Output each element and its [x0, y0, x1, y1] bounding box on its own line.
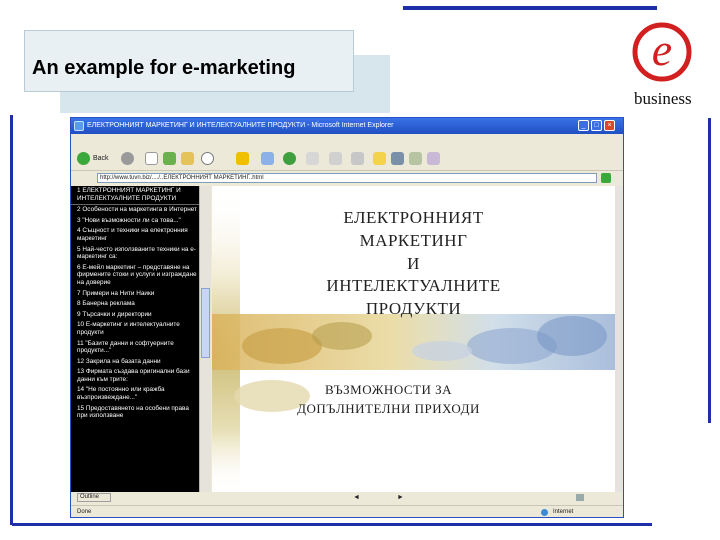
window-titlebar: ЕЛЕКТРОННИЯТ МАРКЕТИНГ И ИНТЕЛЕКТУАЛНИТЕ… [71, 118, 623, 134]
decorative-bar-bottom [12, 523, 652, 526]
history-icon[interactable] [283, 152, 296, 165]
search-icon[interactable] [201, 152, 214, 165]
content-title-line-5: ПРОДУКТИ [365, 299, 462, 318]
outline-button[interactable]: Outline [77, 493, 111, 502]
address-field[interactable]: http://www.tuvn.biz/..../..ЕЛЕКТРОННИЯТ … [97, 173, 597, 183]
maximize-button[interactable]: □ [591, 120, 602, 131]
outline-list: 1 ЕЛЕКТРОННИЯТ МАРКЕТИНГ И ИНТЕЛЕКТУАЛНИ… [71, 186, 199, 422]
outline-item[interactable]: 4 Същност и техники на електронния марке… [71, 226, 199, 244]
outline-item[interactable]: 9 Търсачки и директории [71, 310, 199, 321]
outline-item[interactable]: 5 Най-често използваните техники на е-ма… [71, 245, 199, 263]
ie-icon [74, 121, 84, 131]
research-icon[interactable] [409, 152, 422, 165]
outline-item[interactable]: 3 "Нови възможности ли са това..." [71, 216, 199, 227]
slide-title: An example for e-marketing [32, 57, 296, 79]
media-icon[interactable] [261, 152, 274, 165]
back-button-label[interactable]: Back [93, 152, 109, 166]
security-zone-label: Internet [553, 509, 574, 515]
minimize-button[interactable]: _ [578, 120, 589, 131]
slide-control-bar: Outline ◄ ► [71, 492, 623, 503]
content-title-line-3: И [407, 254, 420, 273]
outline-item[interactable]: 13 Фирмата създава оригинални бази данни… [71, 367, 199, 385]
slide-show-icon[interactable] [576, 494, 584, 501]
messenger-icon[interactable] [391, 152, 404, 165]
tools-icon[interactable] [427, 152, 440, 165]
outline-scrollbar-thumb[interactable] [201, 288, 210, 358]
browser-toolbar: Back [71, 148, 623, 171]
window-title: ЕЛЕКТРОННИЯТ МАРКЕТИНГ И ИНТЕЛЕКТУАЛНИТЕ… [87, 122, 394, 129]
content-subtitle-line-2: ДОПЪЛНИТЕЛНИ ПРИХОДИ [297, 401, 480, 416]
go-icon[interactable] [601, 173, 611, 183]
edit-icon[interactable] [351, 152, 364, 165]
content-title-line-4: ИНТЕЛЕКТУАЛНИТЕ [326, 276, 501, 295]
favorites-icon[interactable] [236, 152, 249, 165]
content-title-line-1: ЕЛЕКТРОННИЯТ [343, 208, 484, 227]
next-slide-button[interactable]: ► [397, 492, 404, 503]
outline-item[interactable]: 6 Е-мейл маркетинг – представяне на фирм… [71, 263, 199, 289]
outline-item[interactable]: 15 Предоставянето на особени права при и… [71, 404, 199, 422]
decorative-bar-top [403, 6, 657, 10]
outline-scrollbar[interactable] [199, 186, 211, 492]
outline-item[interactable]: 11 "Базите данни и софтуерните продукти.… [71, 339, 199, 357]
stop-icon[interactable] [145, 152, 158, 165]
internet-zone-icon [541, 509, 548, 516]
home-icon[interactable] [181, 152, 194, 165]
logo-text: business [634, 89, 692, 108]
outline-item[interactable]: 10 Е-маркетинг и интелектуалните продукт… [71, 320, 199, 338]
content-scrollbar[interactable] [615, 186, 623, 492]
outline-item[interactable]: 7 Примери на Нити Наики [71, 289, 199, 300]
logo-letter: e [652, 24, 672, 75]
status-bar: Done Internet [71, 505, 623, 517]
decorative-bar-right [708, 118, 711, 423]
slide-outline-frame: 1 ЕЛЕКТРОННИЯТ МАРКЕТИНГ И ИНТЕЛЕКТУАЛНИ… [71, 186, 199, 492]
outline-item[interactable]: 12 Закрила на базата данни [71, 357, 199, 368]
menu-bar [71, 134, 623, 148]
outline-item[interactable]: 1 ЕЛЕКТРОННИЯТ МАРКЕТИНГ И ИНТЕЛЕКТУАЛНИ… [71, 186, 199, 206]
previous-slide-button[interactable]: ◄ [353, 492, 360, 503]
content-subtitle-line-1: ВЪЗМОЖНОСТИ ЗА [324, 382, 453, 397]
status-text: Done [77, 509, 92, 515]
mail-icon[interactable] [306, 152, 319, 165]
forward-arrow-icon[interactable] [121, 152, 134, 165]
back-arrow-icon[interactable] [77, 152, 90, 165]
refresh-icon[interactable] [163, 152, 176, 165]
address-bar: http://www.tuvn.biz/..../..ЕЛЕКТРОННИЯТ … [71, 171, 623, 185]
outline-item[interactable]: 8 Банерна реклама [71, 299, 199, 310]
outline-item[interactable]: 2 Особености на маркетинга в Интернет [71, 205, 199, 216]
e-business-logo-icon: e [632, 22, 692, 82]
print-icon[interactable] [329, 152, 342, 165]
decorative-bar-left [10, 115, 13, 525]
slide-view-frame: ЕЛЕКТРОННИЯТ МАРКЕТИНГ И ИНТЕЛЕКТУАЛНИТЕ… [212, 186, 615, 492]
folder-icon[interactable] [373, 152, 386, 165]
browser-window: ЕЛЕКТРОННИЯТ МАРКЕТИНГ И ИНТЕЛЕКТУАЛНИТЕ… [70, 117, 624, 518]
close-button[interactable]: × [604, 120, 615, 131]
outline-item[interactable]: 14 "Не постоянно или кражба възпроизвежд… [71, 385, 199, 403]
content-title-line-2: МАРКЕТИНГ [359, 231, 468, 250]
